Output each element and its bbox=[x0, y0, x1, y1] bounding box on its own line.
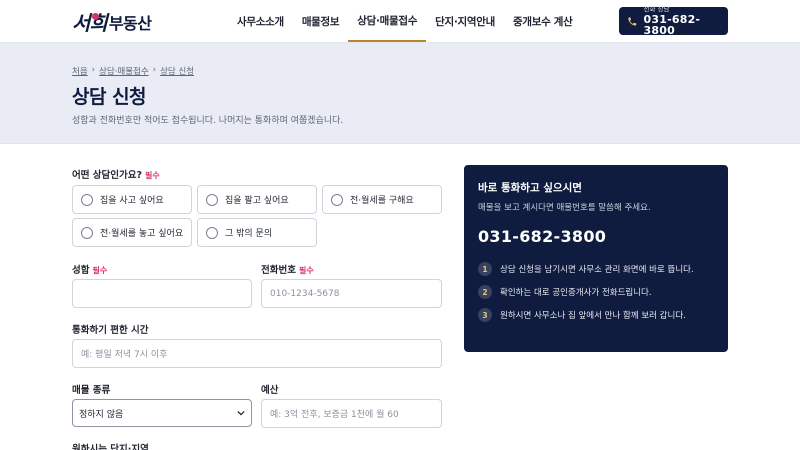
breadcrumb-current[interactable]: 상담 신청 bbox=[160, 65, 194, 77]
option-label: 전·월세를 구해요 bbox=[350, 196, 414, 206]
card-title: 바로 통화하고 싶으시면 bbox=[478, 182, 582, 194]
radio-icon bbox=[81, 193, 93, 206]
radio-icon bbox=[206, 193, 218, 206]
step-number: 2 bbox=[478, 285, 492, 299]
name-label: 성함 필수 bbox=[72, 262, 107, 276]
nav-item-consult[interactable]: 상담·매물접수 bbox=[348, 0, 427, 42]
call-label: 전화 상담 bbox=[643, 4, 670, 13]
time-label: 통화하기 편한 시간 bbox=[72, 325, 149, 336]
phone-icon bbox=[628, 17, 637, 25]
site-header: 서희 부동산 사무소소개 매물정보 상담·매물접수 단지·지역안내 중개보수 계… bbox=[0, 0, 800, 43]
nav-item-fee-calculator[interactable]: 중개보수 계산 bbox=[504, 0, 582, 42]
required-badge: 필수 bbox=[92, 266, 108, 275]
phone-input[interactable]: 010-1234-5678 bbox=[261, 279, 442, 308]
nav-item-area-guide[interactable]: 단지·지역안내 bbox=[426, 0, 504, 42]
step-number: 3 bbox=[478, 308, 492, 322]
option-sell[interactable]: 집을 팔고 싶어요 bbox=[197, 185, 317, 214]
option-label: 그 밖의 문의 bbox=[225, 229, 273, 239]
name-input[interactable] bbox=[72, 279, 252, 308]
option-label: 집을 팔고 싶어요 bbox=[225, 196, 289, 206]
phone-label-text: 전화번호 bbox=[261, 265, 296, 276]
card-subtitle: 매물을 보고 계시다면 매물번호를 말씀해 주세요. bbox=[478, 203, 651, 213]
option-other[interactable]: 그 밖의 문의 bbox=[197, 218, 317, 247]
step-item: 3 원하시면 사무소나 집 앞에서 만나 함께 보러 갑니다. bbox=[478, 308, 686, 322]
option-label: 집을 사고 싶어요 bbox=[100, 196, 164, 206]
page-hero: 처음 › 상담·매물접수 › 상담 신청 상담 신청 성함과 전화번호만 적어도… bbox=[0, 43, 800, 144]
budget-placeholder: 예: 3억 전후, 보증금 1천에 월 60 bbox=[270, 410, 399, 420]
step-number: 1 bbox=[478, 262, 492, 276]
card-phone-number[interactable]: 031-682-3800 bbox=[478, 227, 606, 246]
property-type-select[interactable]: 정하지 않음 bbox=[72, 399, 252, 427]
page-title: 상담 신청 bbox=[72, 86, 147, 108]
name-label-text: 성함 bbox=[72, 265, 90, 276]
property-type-label: 매물 종류 bbox=[72, 385, 111, 396]
option-label: 전·월세를 놓고 싶어요 bbox=[100, 229, 184, 239]
consult-type-label-text: 어떤 상담인가요? bbox=[72, 170, 142, 181]
radio-icon bbox=[81, 226, 93, 239]
step-text: 원하시면 사무소나 집 앞에서 만나 함께 보러 갑니다. bbox=[500, 311, 686, 321]
nav-item-listings[interactable]: 매물정보 bbox=[293, 0, 348, 42]
breadcrumb-home[interactable]: 처음 bbox=[72, 65, 88, 77]
complex-label: 원하시는 단지·지역 bbox=[72, 444, 149, 450]
step-item: 2 확인하는 대로 공인중개사가 전화드립니다. bbox=[478, 285, 652, 299]
time-placeholder: 예: 평일 저녁 7시 이후 bbox=[81, 350, 168, 360]
breadcrumb: 처음 › 상담·매물접수 › 상담 신청 bbox=[72, 65, 194, 77]
breadcrumb-separator: › bbox=[91, 65, 96, 75]
radio-icon bbox=[331, 193, 343, 206]
nav-item-about[interactable]: 사무소소개 bbox=[228, 0, 293, 42]
breadcrumb-separator: › bbox=[152, 65, 157, 75]
option-rent-seek[interactable]: 전·월세를 구해요 bbox=[322, 185, 442, 214]
step-text: 확인하는 대로 공인중개사가 전화드립니다. bbox=[500, 288, 652, 298]
logo-sub-text: 부동산 bbox=[108, 14, 152, 33]
radio-icon bbox=[206, 226, 218, 239]
call-button[interactable]: 전화 상담 031-682-3800 bbox=[619, 6, 728, 37]
required-badge: 필수 bbox=[298, 266, 314, 275]
main-nav: 사무소소개 매물정보 상담·매물접수 단지·지역안내 중개보수 계산 bbox=[228, 0, 582, 42]
option-rent-offer[interactable]: 전·월세를 놓고 싶어요 bbox=[72, 218, 192, 247]
call-text: 전화 상담 031-682-3800 bbox=[644, 6, 728, 37]
option-buy[interactable]: 집을 사고 싶어요 bbox=[72, 185, 192, 214]
call-info-card: 바로 통화하고 싶으시면 매물을 보고 계시다면 매물번호를 말씀해 주세요. … bbox=[464, 165, 728, 352]
step-text: 상담 신청을 남기시면 사무소 관리 화면에 바로 뜹니다. bbox=[500, 265, 694, 275]
required-badge: 필수 bbox=[145, 171, 160, 180]
logo-main-text: 서희 bbox=[72, 11, 108, 35]
page-description: 성함과 전화번호만 적어도 접수됩니다. 나머지는 통화하며 여쭙겠습니다. bbox=[72, 116, 344, 126]
budget-label: 예산 bbox=[261, 385, 279, 396]
phone-placeholder: 010-1234-5678 bbox=[270, 288, 340, 299]
chevron-down-icon bbox=[237, 410, 245, 416]
call-number: 031-682-3800 bbox=[643, 13, 701, 38]
breadcrumb-consult[interactable]: 상담·매물접수 bbox=[99, 65, 149, 77]
budget-input[interactable]: 예: 3억 전후, 보증금 1천에 월 60 bbox=[261, 399, 442, 428]
logo-heart-mark bbox=[92, 13, 99, 20]
property-type-value: 정하지 않음 bbox=[79, 409, 124, 420]
time-input[interactable]: 예: 평일 저녁 7시 이후 bbox=[72, 339, 442, 368]
step-item: 1 상담 신청을 남기시면 사무소 관리 화면에 바로 뜹니다. bbox=[478, 262, 694, 276]
phone-label: 전화번호 필수 bbox=[261, 262, 314, 276]
logo[interactable]: 서희 부동산 bbox=[72, 8, 152, 36]
consult-type-label: 어떤 상담인가요? 필수 bbox=[72, 167, 160, 181]
